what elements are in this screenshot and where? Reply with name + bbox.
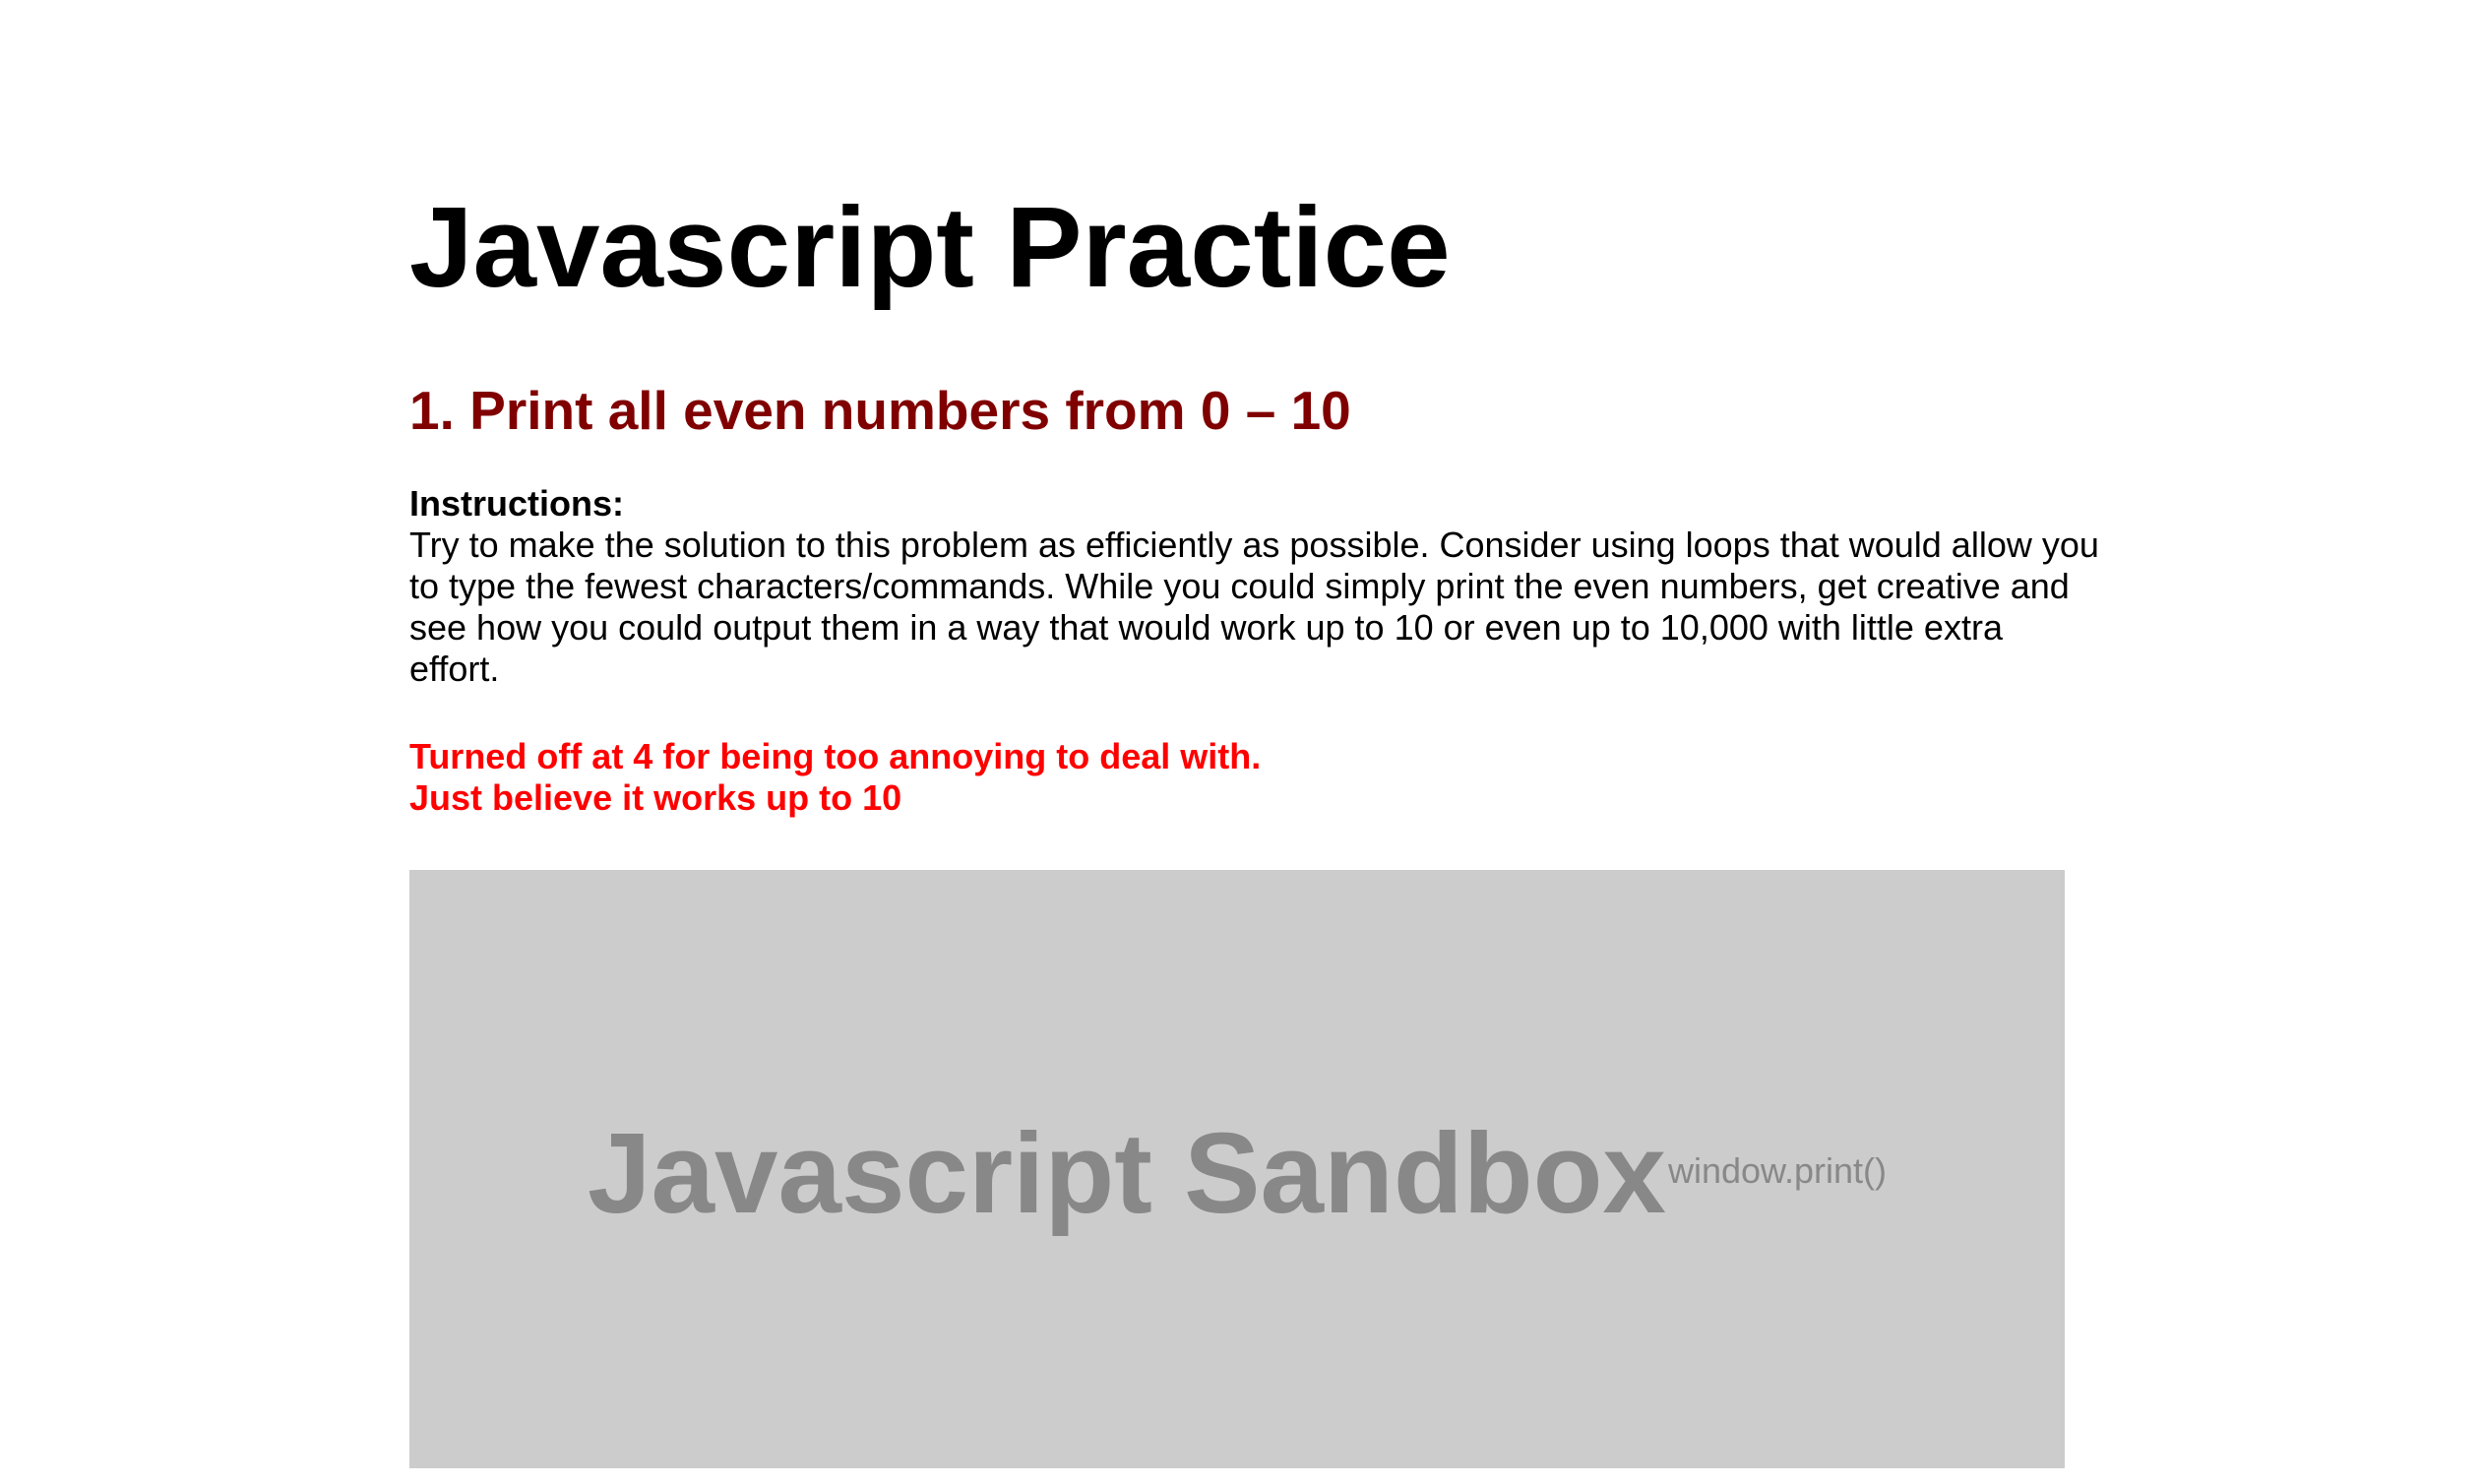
instructions-block: Instructions: Try to make the solution t… (409, 483, 2102, 690)
instructions-label: Instructions: (409, 483, 625, 524)
sandbox-title: Javascript Sandbox (587, 1109, 1666, 1237)
status-note-line: Just believe it works up to 10 (409, 777, 902, 818)
page-title: Javascript Practice (409, 183, 1451, 311)
status-note-line: Turned off at 4 for being too annoying t… (409, 736, 1262, 776)
problem-heading: 1. Print all even numbers from 0 – 10 (409, 380, 1351, 441)
sandbox-subtitle: window.print() (1667, 1150, 1888, 1191)
sandbox-label: Javascript Sandbox window.print() (588, 1109, 1887, 1237)
javascript-sandbox[interactable]: Javascript Sandbox window.print() (409, 870, 2065, 1468)
status-note: Turned off at 4 for being too annoying t… (409, 736, 1261, 819)
instructions-text: Try to make the solution to this problem… (409, 525, 2099, 689)
